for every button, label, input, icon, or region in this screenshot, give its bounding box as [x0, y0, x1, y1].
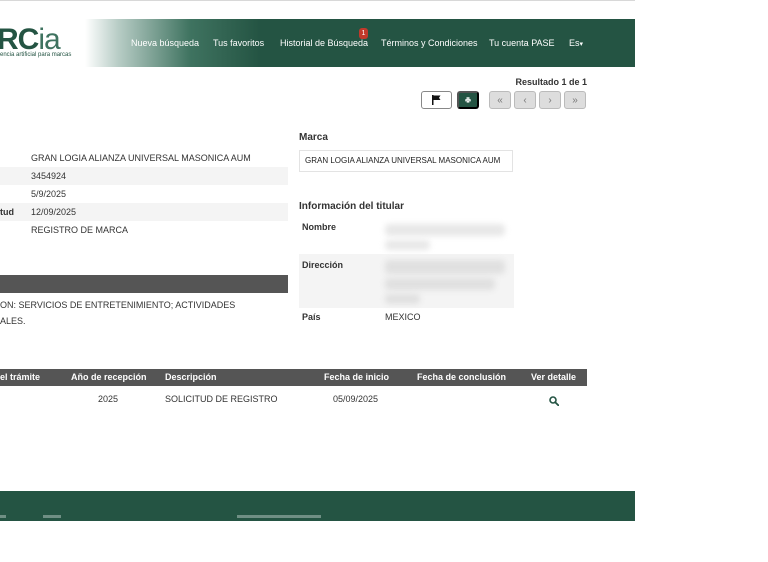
logo[interactable]: RCia encia artificial para marcas	[0, 24, 90, 62]
historial-badge: 1	[359, 28, 368, 39]
flag-icon	[432, 95, 441, 105]
cell-anio: 2025	[98, 394, 119, 404]
top-border	[0, 0, 635, 1]
nav-historial[interactable]: Historial de Búsqueda	[280, 19, 368, 67]
titular-title: Información del titular	[299, 201, 405, 212]
redacted-direccion	[385, 260, 505, 274]
detail-row: tud 12/09/2025	[0, 203, 288, 221]
next-page-button[interactable]: ›	[539, 91, 561, 109]
result-count: Resultado 1 de 1	[515, 77, 587, 87]
col-conclusion: Fecha de conclusión	[417, 372, 507, 382]
caret-down-icon: ▾	[579, 41, 584, 48]
header-bar: RCia encia artificial para marcas Nueva …	[0, 19, 635, 67]
marca-value: GRAN LOGIA ALIANZA UNIVERSAL MASONICA AU…	[299, 150, 513, 172]
pais-value: MEXICO	[385, 312, 421, 322]
detail-value: 3454924	[31, 171, 67, 181]
nav-cuenta-pase[interactable]: Tu cuenta PASE	[489, 19, 555, 67]
redacted-nombre	[385, 240, 430, 250]
footer-text-fragment	[43, 515, 61, 518]
services-text: ON: SERVICIOS DE ENTRETENIMIENTO; ACTIVI…	[0, 300, 236, 326]
detail-value: REGISTRO DE MARCA	[31, 225, 129, 235]
first-page-button[interactable]: «	[489, 91, 511, 109]
col-inicio: Fecha de inicio	[324, 372, 390, 382]
search-icon	[549, 396, 560, 407]
footer-text-fragment	[237, 515, 321, 518]
table-row: 2025 SOLICITUD DE REGISTRO 05/09/2025	[0, 390, 587, 408]
detail-row: GRAN LOGIA ALIANZA UNIVERSAL MASONICA AU…	[0, 149, 288, 167]
flag-button[interactable]	[421, 91, 452, 109]
titular-direccion-row: Dirección	[299, 254, 514, 308]
titular-nombre-row: Nombre	[299, 216, 514, 254]
footer-text-fragment	[0, 515, 6, 518]
nav-language[interactable]: Es▾	[569, 19, 583, 67]
marca-title: Marca	[299, 132, 328, 143]
detail-row: 5/9/2025	[0, 185, 288, 203]
direccion-label: Dirección	[302, 260, 344, 270]
pais-label: País	[302, 312, 321, 322]
col-tramite: el trámite	[0, 372, 41, 382]
detail-value: GRAN LOGIA ALIANZA UNIVERSAL MASONICA AU…	[31, 153, 251, 163]
col-anio: Año de recepción	[71, 372, 147, 382]
cell-inicio: 05/09/2025	[333, 394, 379, 404]
detail-value: 12/09/2025	[31, 207, 77, 217]
print-button[interactable]	[457, 91, 479, 109]
detail-value: 5/9/2025	[31, 189, 67, 199]
col-descripcion: Descripción	[165, 372, 217, 382]
cell-descripcion: SOLICITUD DE REGISTRO	[165, 394, 278, 404]
last-page-button[interactable]: »	[564, 91, 586, 109]
nav-tus-favoritos[interactable]: Tus favoritos	[213, 19, 264, 67]
nav-terminos[interactable]: Términos y Condiciones	[381, 19, 478, 67]
nombre-label: Nombre	[302, 222, 337, 232]
col-detalle: Ver detalle	[531, 372, 577, 382]
nav-nueva-busqueda[interactable]: Nueva búsqueda	[131, 19, 199, 67]
footer	[0, 491, 635, 521]
redacted-direccion	[385, 294, 420, 304]
tramites-table-header: el trámite Año de recepción Descripción …	[0, 369, 587, 386]
redacted-nombre	[385, 224, 505, 236]
titular-pais-row: País MEXICO	[299, 306, 514, 328]
detail-label: tud	[0, 207, 14, 217]
prev-page-button[interactable]: ‹	[514, 91, 536, 109]
detail-row: 3454924	[0, 167, 288, 185]
detail-row: REGISTRO DE MARCA	[0, 221, 288, 239]
logo-tagline: encia artificial para marcas	[0, 52, 72, 58]
section-header-bar	[0, 275, 288, 293]
redacted-direccion	[385, 278, 495, 290]
print-icon	[465, 97, 471, 103]
view-detail-button[interactable]	[549, 394, 560, 412]
